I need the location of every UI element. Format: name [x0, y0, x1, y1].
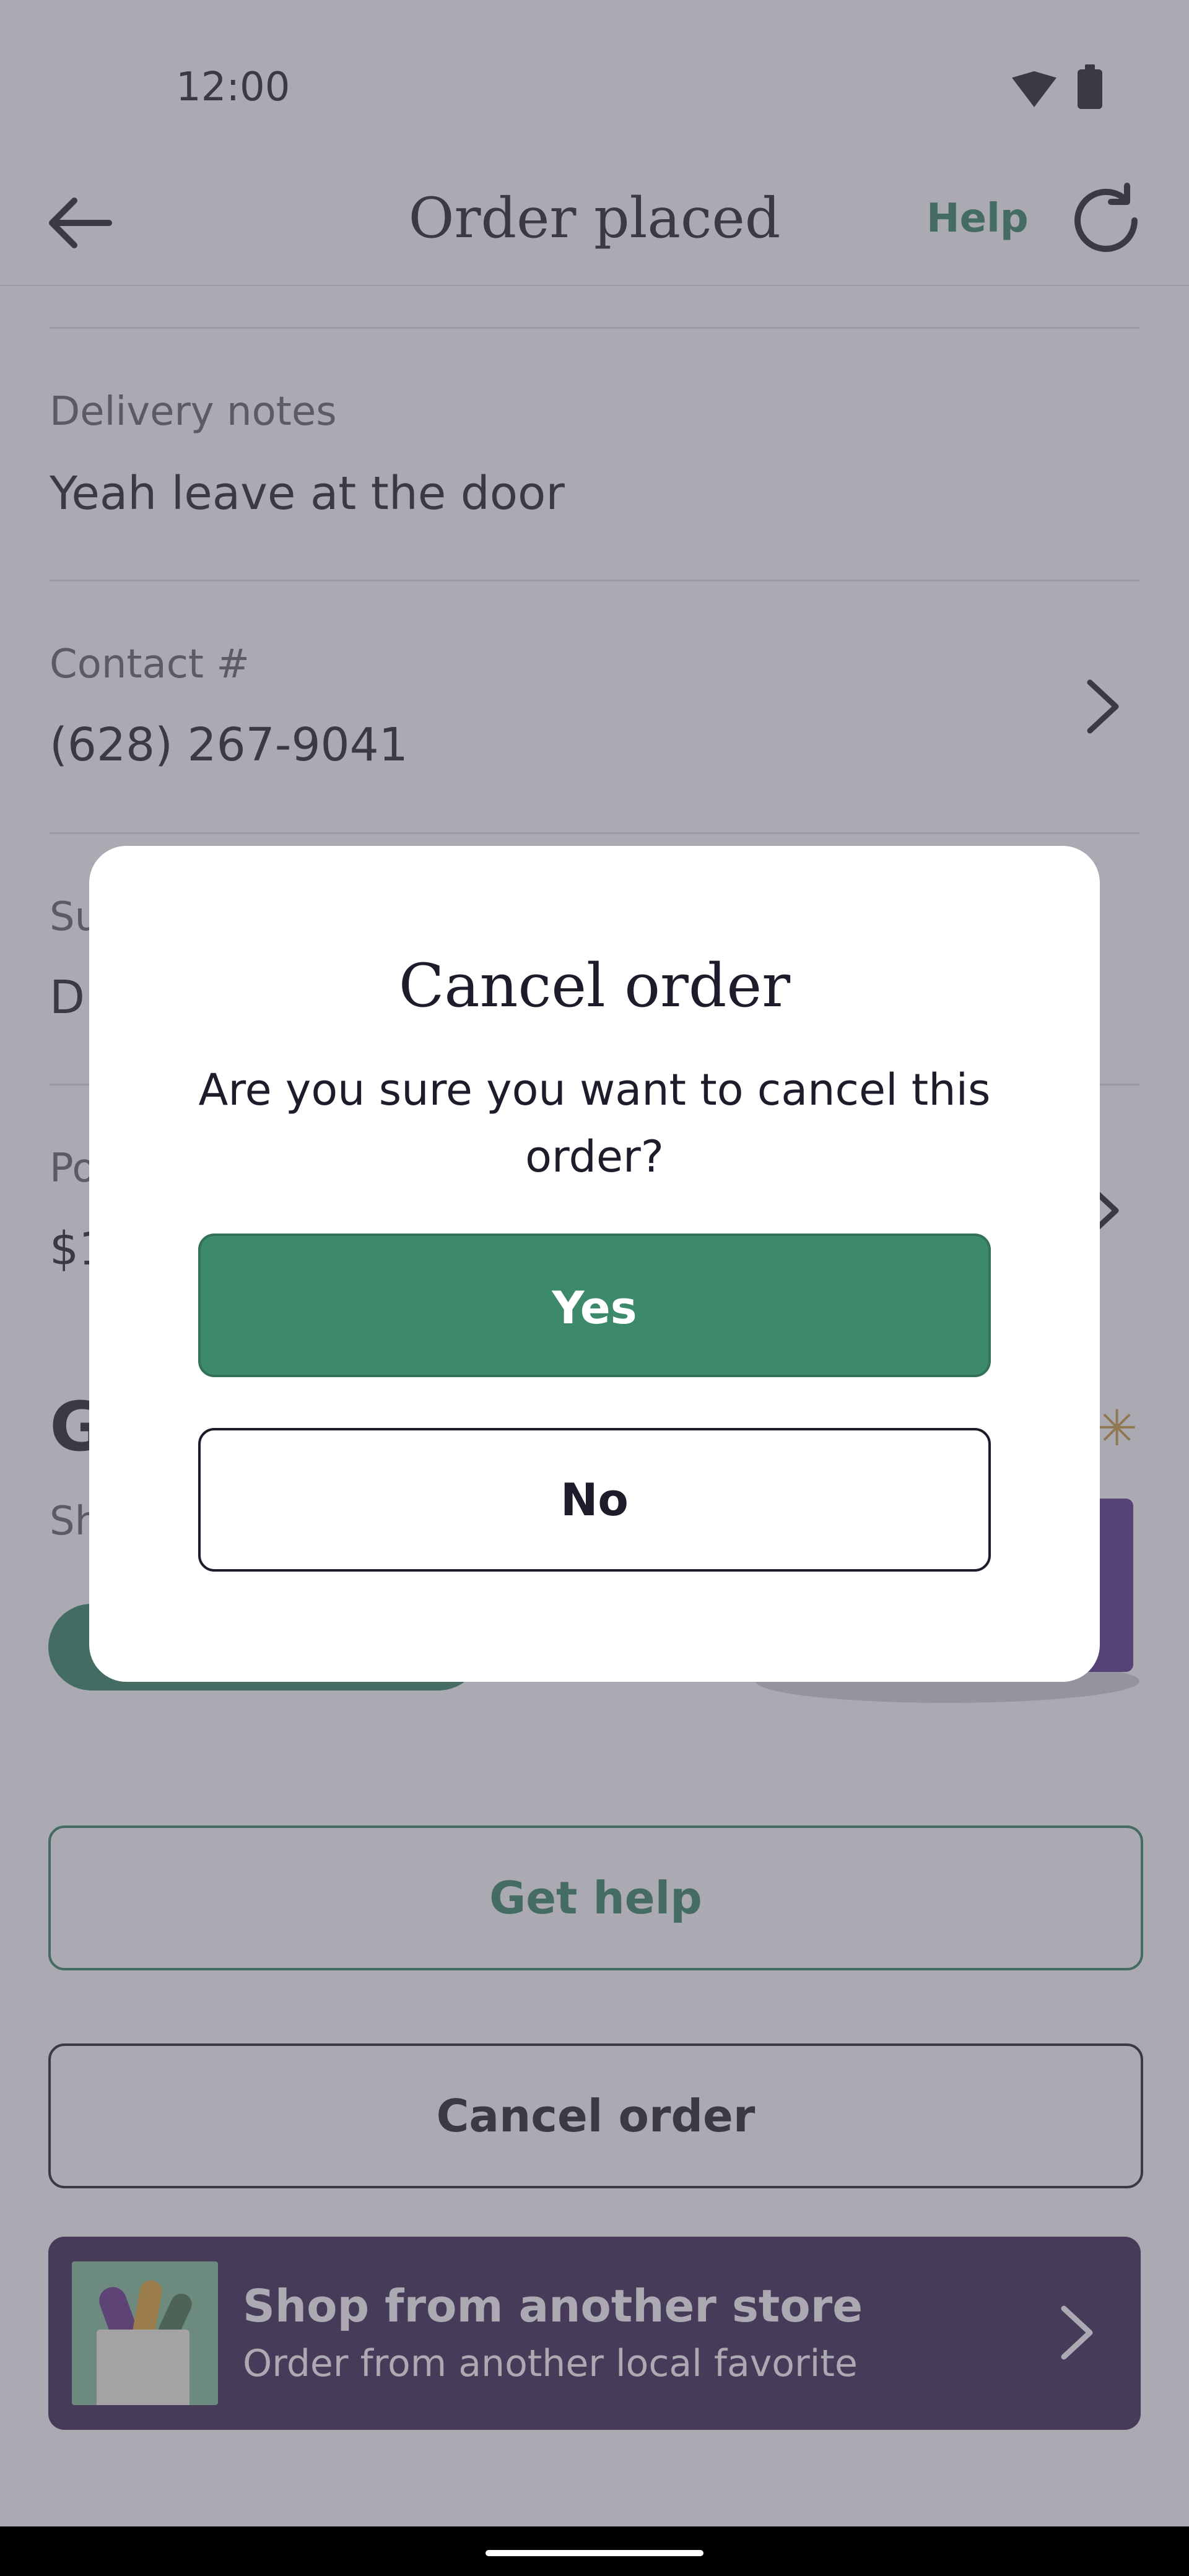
- home-indicator[interactable]: [486, 2550, 703, 2556]
- cancel-order-dialog: Cancel order Are you sure you want to ca…: [89, 846, 1100, 1682]
- dialog-title: Cancel order: [398, 951, 791, 1020]
- confirm-yes-button[interactable]: Yes: [198, 1234, 991, 1377]
- dialog-message: Are you sure you want to cancel this ord…: [198, 1064, 991, 1182]
- confirm-no-button[interactable]: No: [198, 1428, 991, 1572]
